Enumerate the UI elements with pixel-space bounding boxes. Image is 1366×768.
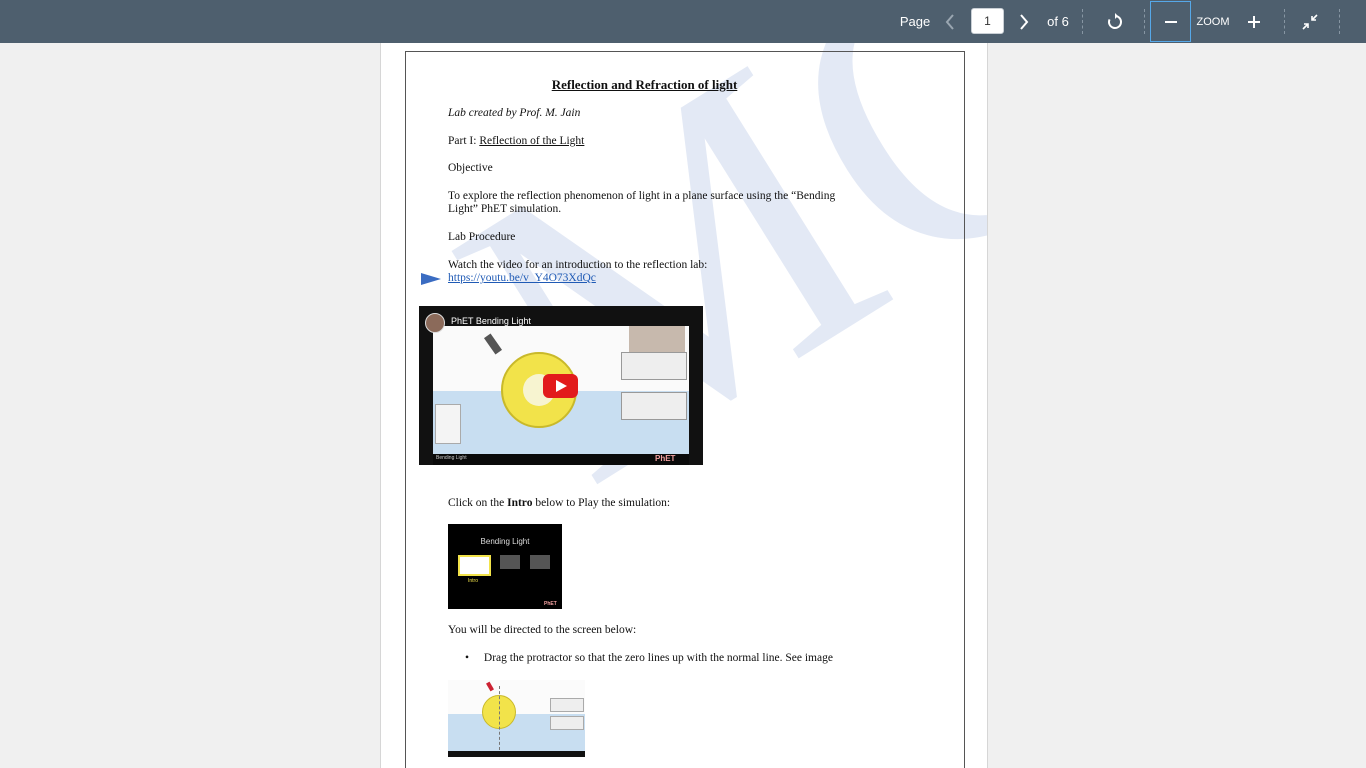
page-count: of 6: [1047, 14, 1069, 29]
zoom-out-inner: [1151, 2, 1190, 41]
rotate-button[interactable]: [1102, 0, 1128, 43]
sim-toolbox: [435, 404, 461, 444]
click-suffix: below to Play the simulation:: [532, 497, 671, 509]
phet-logo: PhET: [655, 454, 676, 463]
toolbar-divider: [1339, 9, 1340, 34]
video-link[interactable]: https://youtu.be/v_Y4O73XdQc: [448, 272, 596, 284]
document-title: Reflection and Refraction of light: [551, 77, 738, 92]
sim-navbar: [448, 751, 585, 757]
objective-text-line2: Light” PhET simulation.: [448, 203, 562, 215]
link-pointer-icon: [421, 273, 441, 285]
objective-text-line1: To explore the reflection phenomenon of …: [448, 190, 836, 202]
phet-logo: PhET: [544, 601, 557, 607]
intro-thumb-label: Intro: [468, 578, 479, 584]
normal-line: [499, 686, 500, 750]
pdf-toolbar: Page of 6 ZOOM: [0, 0, 1366, 43]
sim-control-panel: [550, 716, 584, 730]
toolbar-divider: [1284, 9, 1285, 34]
zoom-in-button[interactable]: [1242, 0, 1266, 43]
previous-page-button[interactable]: [940, 0, 960, 43]
toolbar-divider: [1144, 9, 1145, 34]
minus-icon: [1164, 20, 1177, 23]
objective-heading: Objective: [448, 162, 493, 174]
video-title: PhET Bending Light: [451, 316, 531, 326]
sim-control-panel: [621, 352, 687, 380]
click-prefix: Click on the: [448, 497, 508, 509]
zoom-label: ZOOM: [1196, 15, 1230, 28]
chevron-right-icon: [1020, 13, 1029, 30]
video-thumbnail[interactable]: Bending Light PhET PhET Bending Light: [419, 306, 703, 465]
bullet-item: Drag the protractor so that the zero lin…: [483, 652, 833, 664]
part-title: Reflection of the Light: [479, 135, 585, 147]
collapse-icon: [1302, 13, 1318, 30]
plus-icon: [1248, 15, 1260, 28]
sim-control-panel: [621, 392, 687, 420]
document-viewer[interactable]: MCC Reflection and Refraction of light L…: [0, 43, 1366, 768]
intro-screen-tile[interactable]: [458, 555, 491, 576]
simulation-screenshot: [448, 680, 585, 757]
click-instruction: Click on the Intro below to Play the sim…: [448, 497, 670, 509]
author-line: Lab created by Prof. M. Jain: [448, 107, 581, 119]
video-intro-text: Watch the video for an introduction to t…: [448, 259, 708, 271]
intro-thumbnail[interactable]: Bending Light Intro PhET: [448, 524, 562, 609]
presenter-webcam: [629, 326, 685, 354]
pdf-page: MCC Reflection and Refraction of light L…: [380, 43, 988, 768]
exit-fullscreen-button[interactable]: [1298, 0, 1322, 43]
bullet-list: • Drag the protractor so that the zero l…: [465, 652, 833, 664]
click-bold: Intro: [507, 497, 533, 509]
part-heading: Part I: Reflection of the Light: [448, 135, 584, 147]
channel-avatar: [425, 313, 445, 333]
toolbar-divider: [1082, 9, 1083, 34]
page-label: Page: [899, 14, 931, 29]
screen-tile: [530, 555, 550, 569]
screen-tile: [500, 555, 520, 569]
rotate-icon: [1108, 12, 1122, 29]
video-footer-label: Bending Light: [436, 455, 467, 461]
bullet-icon: •: [465, 652, 470, 664]
intro-thumb-title: Bending Light: [480, 537, 530, 546]
sim-control-panel: [550, 698, 584, 712]
chevron-left-icon: [945, 13, 954, 30]
play-icon: [556, 380, 567, 392]
next-page-button[interactable]: [1014, 0, 1034, 43]
sim-navbar: [433, 454, 689, 465]
zoom-out-button[interactable]: [1150, 1, 1191, 42]
page-number-input[interactable]: [971, 8, 1004, 34]
procedure-heading: Lab Procedure: [448, 231, 516, 243]
part-prefix: Part I:: [448, 135, 480, 147]
directed-text: You will be directed to the screen below…: [448, 624, 637, 636]
